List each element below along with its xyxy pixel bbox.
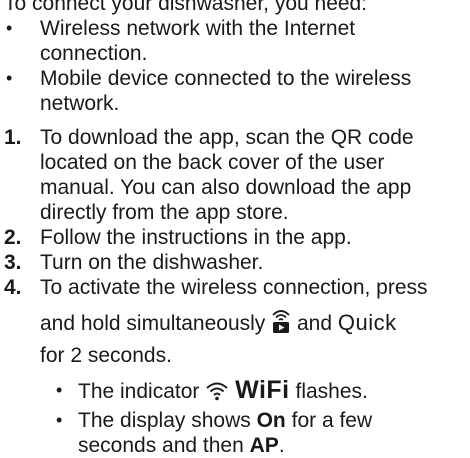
- substep-item: • The display shows On for a few seconds…: [40, 408, 464, 458]
- step-number: 4.: [4, 276, 22, 299]
- bullet-mark: •: [6, 18, 13, 38]
- substep-text: .: [278, 434, 285, 457]
- quick-button-label: Quick: [337, 310, 397, 335]
- wifi-signal-icon: [205, 380, 229, 408]
- display-ap-label: AP: [249, 434, 279, 457]
- bullet-mark: •: [56, 380, 63, 400]
- step-number: 2.: [4, 226, 22, 249]
- step-text: Turn on the dishwasher.: [40, 251, 264, 274]
- requirement-text: Mobile device connected to the wireless …: [40, 67, 412, 115]
- step-number: 3.: [4, 251, 22, 274]
- step-text-part: and: [297, 312, 333, 335]
- step-text-part: and hold simultaneously: [40, 312, 266, 335]
- step-item: 1. To download the app, scan the QR code…: [0, 125, 470, 225]
- substeps-list: • The indicator WiFi flashes. • The disp…: [40, 378, 464, 458]
- wifi-remote-start-icon: [271, 308, 291, 342]
- intro-text: To connect your dishwasher, you need:: [4, 0, 368, 15]
- requirements-list: • Wireless network with the Internet con…: [0, 16, 470, 116]
- step-text-line1: To activate the wireless connection, pre…: [40, 276, 428, 299]
- steps-list: 1. To download the app, scan the QR code…: [0, 125, 470, 458]
- step-number: 1.: [4, 126, 22, 149]
- step-text: To download the app, scan the QR code lo…: [40, 126, 414, 224]
- substep-item: • The indicator WiFi flashes.: [40, 378, 464, 408]
- wifi-label: WiFi: [235, 376, 290, 404]
- step-item: 4. To activate the wireless connection, …: [0, 275, 470, 458]
- step-text-part: for 2 seconds.: [40, 344, 172, 367]
- manual-page: To connect your dishwasher, you need: • …: [0, 0, 470, 458]
- requirement-item: • Wireless network with the Internet con…: [0, 16, 470, 66]
- step-text-line2: and hold simultaneously and Quick for 2 …: [40, 308, 464, 370]
- bullet-mark: •: [6, 68, 13, 88]
- step-text: Follow the instructions in the app.: [40, 226, 352, 249]
- substep-text: flashes.: [295, 380, 368, 403]
- requirement-item: • Mobile device connected to the wireles…: [0, 66, 470, 116]
- step-item: 3. Turn on the dishwasher.: [0, 250, 470, 275]
- bullet-mark: •: [56, 410, 63, 430]
- display-on-label: On: [256, 409, 286, 432]
- substep-text: The indicator: [78, 380, 200, 403]
- requirement-text: Wireless network with the Internet conne…: [40, 17, 356, 65]
- step-item: 2. Follow the instructions in the app.: [0, 225, 470, 250]
- substep-text: The display shows: [78, 409, 251, 432]
